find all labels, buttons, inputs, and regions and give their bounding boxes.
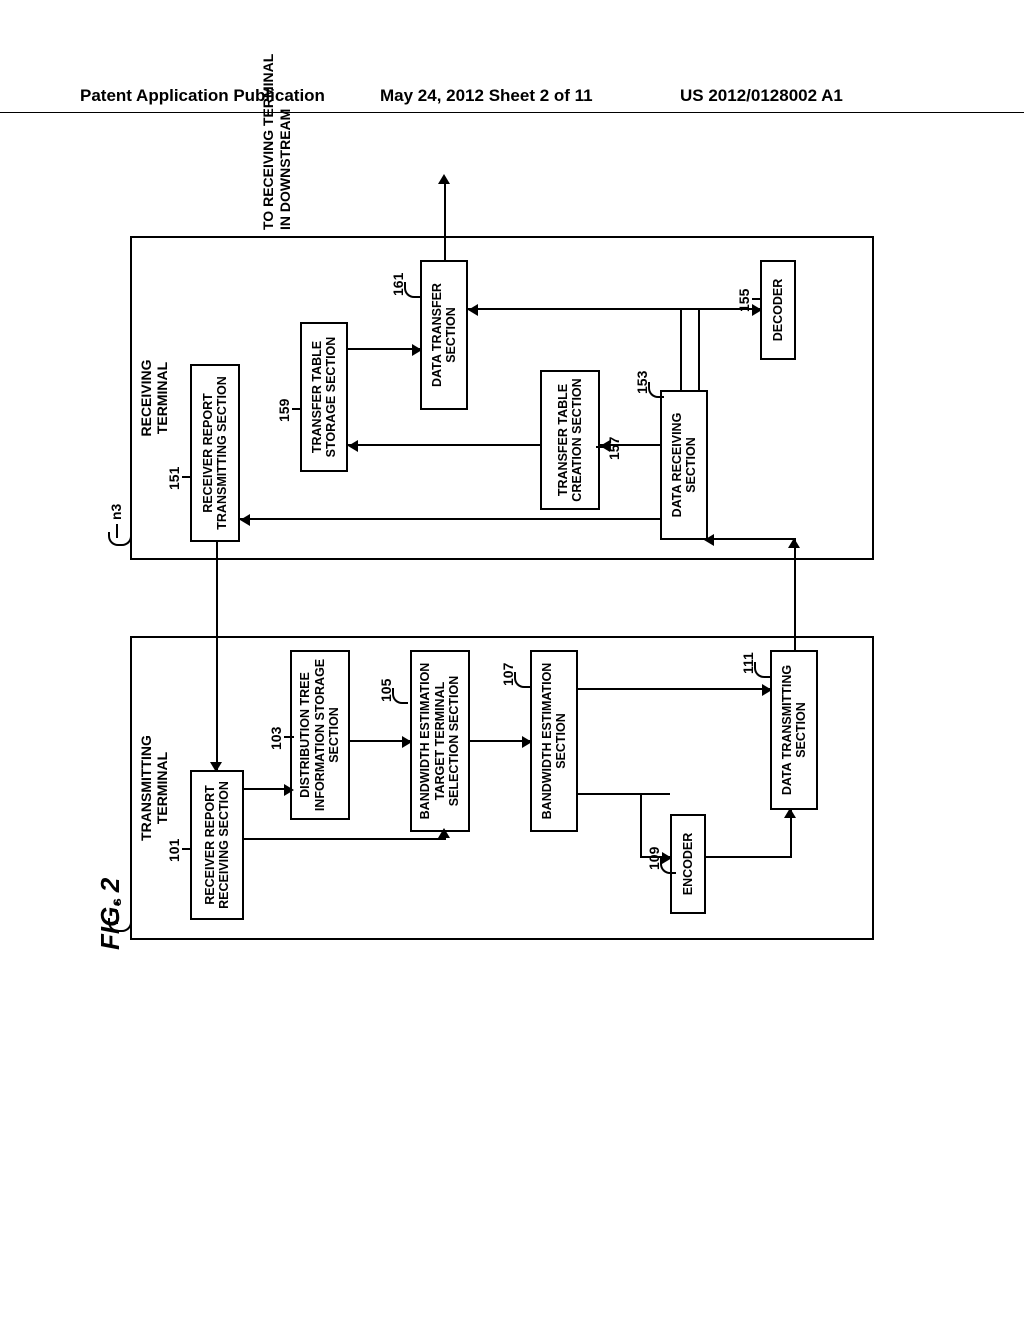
ref-151: 151 bbox=[166, 467, 182, 490]
arrow-head-icon bbox=[784, 808, 796, 818]
ref-101: 101 bbox=[166, 839, 182, 862]
arrow-icon bbox=[350, 740, 410, 742]
arrow-icon bbox=[794, 540, 796, 650]
arrow-head-icon bbox=[662, 852, 672, 864]
ref-105: 105 bbox=[378, 679, 394, 702]
arrow-icon bbox=[216, 542, 218, 770]
transmitting-tag-text: s bbox=[108, 898, 124, 906]
arrow-icon bbox=[470, 740, 530, 742]
ref-103-text: 103 bbox=[268, 727, 284, 750]
block-105: BANDWIDTH ESTIMATION TARGET TERMINAL SEL… bbox=[410, 650, 470, 832]
block-151: RECEIVER REPORT TRANSMITTING SECTION bbox=[190, 364, 240, 542]
block-161: DATA TRANSFER SECTION bbox=[420, 260, 468, 410]
patent-page: Patent Application Publication May 24, 2… bbox=[0, 0, 1024, 1320]
header-right: US 2012/0128002 A1 bbox=[680, 86, 843, 106]
ref-159: 159 bbox=[276, 399, 292, 422]
arrow-head-icon bbox=[438, 174, 450, 184]
block-155: DECODER bbox=[760, 260, 796, 360]
receiving-title: RECEIVING TERMINAL bbox=[138, 359, 170, 436]
arrow-head-icon bbox=[284, 784, 294, 796]
diagram-container: TRANSMITTING TERMINAL s RECEIVER REPORT … bbox=[100, 150, 960, 950]
block-101-label: RECEIVER REPORT RECEIVING SECTION bbox=[203, 778, 232, 912]
arrow-icon bbox=[444, 180, 446, 260]
block-111: DATA TRANSMITTING SECTION bbox=[770, 650, 818, 810]
arrow-head-icon bbox=[468, 304, 478, 316]
block-153-label: DATA RECEIVING SECTION bbox=[670, 398, 699, 532]
block-103-label: DISTRIBUTION TREE INFORMATION STORAGE SE… bbox=[298, 658, 341, 812]
arrow-icon bbox=[578, 688, 770, 690]
header-center: May 24, 2012 Sheet 2 of 11 bbox=[380, 86, 593, 106]
ref-101-text: 101 bbox=[166, 839, 182, 862]
downstream-label: TO RECEIVING TERMINAL IN DOWNSTREAM bbox=[260, 54, 294, 230]
ref-161: 161 bbox=[390, 273, 406, 296]
block-diagram: TRANSMITTING TERMINAL s RECEIVER REPORT … bbox=[100, 150, 960, 950]
block-107-label: BANDWIDTH ESTIMATION SECTION bbox=[540, 658, 569, 824]
transmitting-tag: s bbox=[108, 898, 124, 906]
block-151-label: RECEIVER REPORT TRANSMITTING SECTION bbox=[201, 372, 230, 534]
ref-159-text: 159 bbox=[276, 399, 292, 422]
arrow-icon bbox=[790, 814, 792, 858]
arrow-head-icon bbox=[402, 736, 412, 748]
block-101: RECEIVER REPORT RECEIVING SECTION bbox=[190, 770, 244, 920]
arrow-icon bbox=[640, 794, 642, 858]
receiving-tag-text: n3 bbox=[108, 504, 124, 520]
arrow-icon bbox=[680, 310, 682, 390]
block-159: TRANSFER TABLE STORAGE SECTION bbox=[300, 322, 348, 472]
arrow-head-icon bbox=[704, 534, 714, 546]
arrow-icon bbox=[698, 308, 700, 390]
ref-103: 103 bbox=[268, 727, 284, 750]
block-155-label: DECODER bbox=[771, 279, 785, 342]
block-157-label: TRANSFER TABLE CREATION SECTION bbox=[556, 378, 585, 502]
arrow-head-icon bbox=[438, 828, 450, 838]
block-161-label: DATA TRANSFER SECTION bbox=[430, 268, 459, 402]
ref-107: 107 bbox=[500, 663, 516, 686]
arrow-icon bbox=[680, 308, 760, 310]
block-157: TRANSFER TABLE CREATION SECTION bbox=[540, 370, 600, 510]
arrow-icon bbox=[348, 348, 420, 350]
ref-153: 153 bbox=[634, 371, 650, 394]
ref-111: 111 bbox=[740, 652, 756, 674]
receiving-tag: n3 bbox=[108, 504, 124, 520]
arrow-head-icon bbox=[348, 440, 358, 452]
block-153: DATA RECEIVING SECTION bbox=[660, 390, 708, 540]
arrow-head-icon bbox=[210, 762, 222, 772]
arrow-head-icon bbox=[788, 538, 800, 548]
arrow-head-icon bbox=[412, 344, 422, 356]
ref-109: 109 bbox=[646, 847, 662, 870]
block-107: BANDWIDTH ESTIMATION SECTION bbox=[530, 650, 578, 832]
arrow-icon bbox=[468, 308, 700, 310]
arrow-head-icon bbox=[752, 304, 762, 316]
block-103: DISTRIBUTION TREE INFORMATION STORAGE SE… bbox=[290, 650, 350, 820]
block-159-label: TRANSFER TABLE STORAGE SECTION bbox=[310, 330, 339, 464]
arrow-icon bbox=[578, 793, 670, 795]
block-105-label: BANDWIDTH ESTIMATION TARGET TERMINAL SEL… bbox=[418, 658, 461, 824]
arrow-head-icon bbox=[600, 440, 610, 452]
arrow-icon bbox=[706, 856, 790, 858]
arrow-head-icon bbox=[522, 736, 532, 748]
block-111-label: DATA TRANSMITTING SECTION bbox=[780, 658, 809, 802]
transmitting-title: TRANSMITTING TERMINAL bbox=[138, 735, 170, 841]
arrow-icon bbox=[240, 518, 660, 520]
arrow-icon bbox=[244, 838, 444, 840]
block-109-label: ENCODER bbox=[681, 833, 695, 896]
ref-151-text: 151 bbox=[166, 467, 182, 490]
arrow-head-icon bbox=[240, 514, 250, 526]
page-header: Patent Application Publication May 24, 2… bbox=[0, 86, 1024, 113]
arrow-icon bbox=[348, 444, 540, 446]
arrow-head-icon bbox=[762, 684, 772, 696]
